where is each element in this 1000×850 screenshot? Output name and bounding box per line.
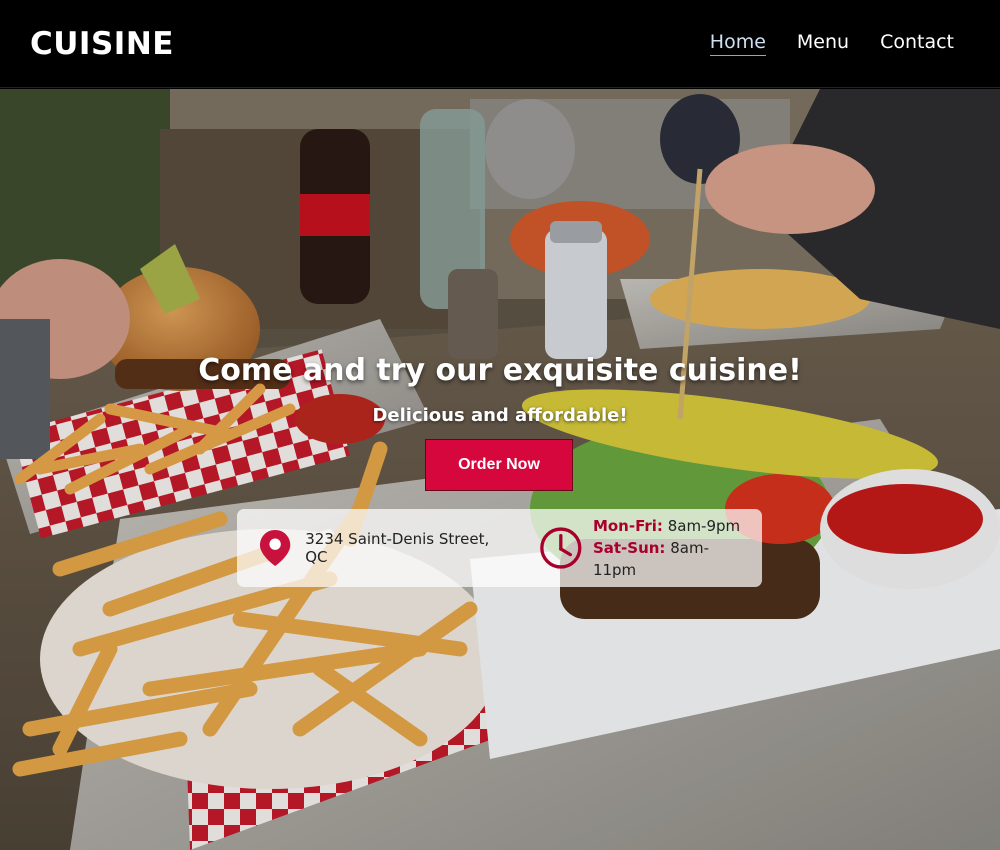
info-card: 3234 Saint-Denis Street, QC Mon-Fri: 8am… [237, 509, 762, 587]
hours-block: Mon-Fri: 8am-9pm Sat-Sun: 8am-11pm [539, 515, 744, 581]
hero-subheadline: Delicious and affordable! [372, 405, 628, 426]
clock-icon [540, 527, 582, 569]
order-now-button[interactable]: Order Now [425, 439, 573, 491]
hours-weekdays: Mon-Fri: 8am-9pm [593, 515, 744, 537]
hours-weekend-days: Sat-Sun: [592, 539, 666, 557]
location-pin-icon [259, 529, 291, 567]
hours-list: Mon-Fri: 8am-9pm Sat-Sun: 8am-11pm [593, 515, 744, 581]
nav-link-home[interactable]: Home [709, 31, 766, 56]
nav-links: Home Menu Contact [709, 31, 954, 56]
hours-weekdays-time: 8am-9pm [667, 517, 741, 535]
navbar: CUISINE Home Menu Contact [0, 0, 1000, 88]
nav-link-contact[interactable]: Contact [880, 31, 954, 56]
hero-section: Come and try our exquisite cuisine! Deli… [0, 89, 1000, 850]
address-block: 3234 Saint-Denis Street, QC [259, 528, 505, 568]
nav-link-menu[interactable]: Menu [797, 31, 849, 56]
hours-weekdays-days: Mon-Fri: [592, 517, 663, 535]
address-text: 3234 Saint-Denis Street, QC [305, 530, 490, 566]
hero-headline: Come and try our exquisite cuisine! [198, 353, 802, 388]
brand-logo[interactable]: CUISINE [30, 26, 174, 62]
hours-weekend: Sat-Sun: 8am-11pm [593, 537, 744, 581]
